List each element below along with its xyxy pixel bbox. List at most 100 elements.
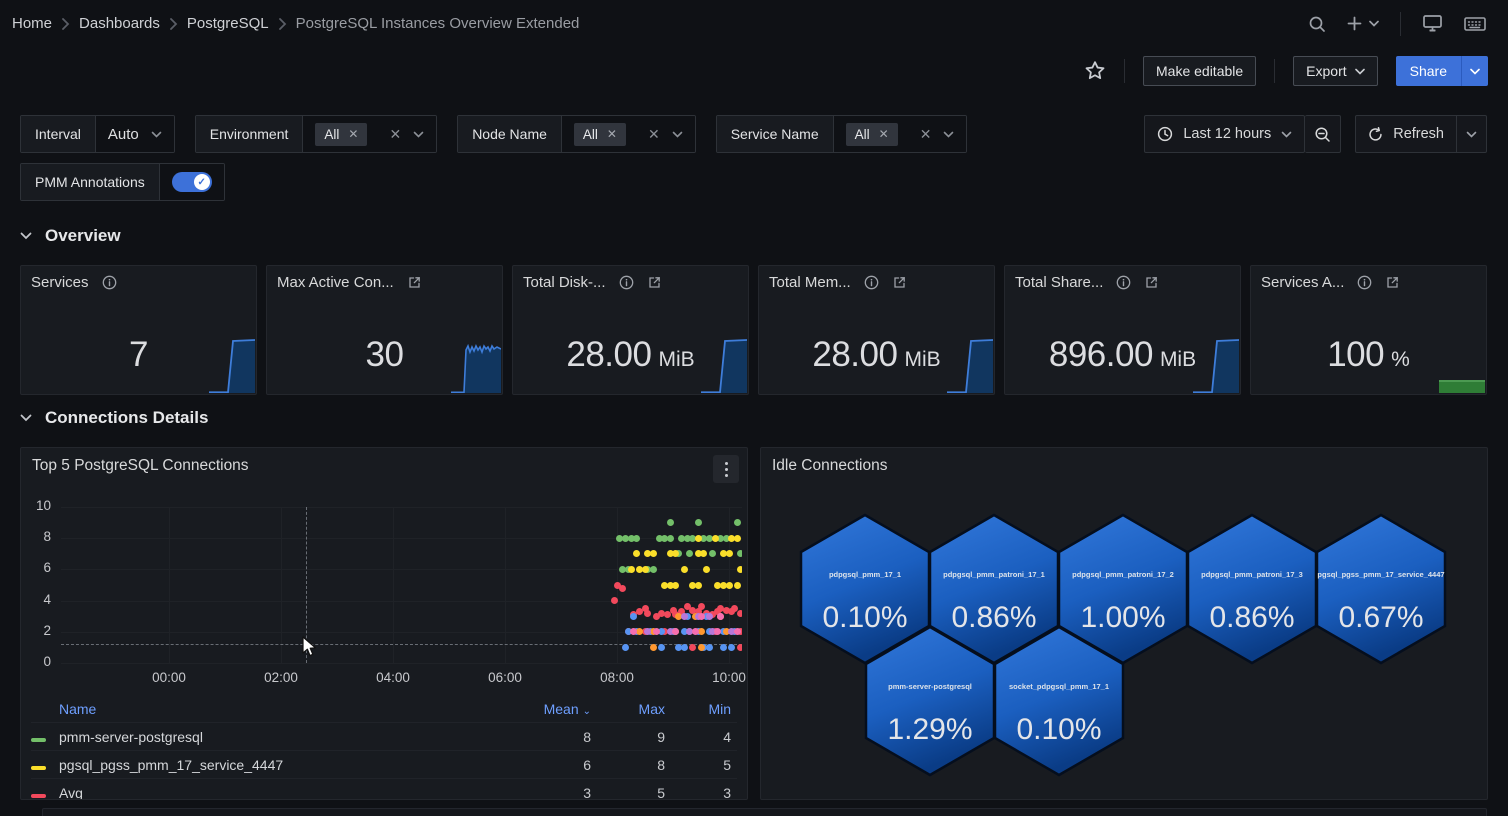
- x-axis-tick: 06:00: [475, 670, 535, 685]
- hexagon-cell[interactable]: pgsql_pgss_pmm_17_service_44470.67%: [1317, 515, 1445, 663]
- panel-menu-icon[interactable]: [713, 455, 739, 483]
- svg-text:pgsql_pgss_pmm_17_service_4447: pgsql_pgss_pmm_17_service_4447: [1317, 570, 1444, 579]
- clear-all-icon[interactable]: ✕: [389, 126, 401, 143]
- variable-select[interactable]: All✕✕: [562, 116, 695, 152]
- interval-select[interactable]: Auto: [96, 116, 174, 152]
- section-connections-details[interactable]: Connections Details: [20, 408, 208, 428]
- svg-text:socket_pdpgsql_pmm_17_1: socket_pdpgsql_pmm_17_1: [1009, 682, 1109, 691]
- variable-filters: EnvironmentAll✕✕Node NameAll✕✕Service Na…: [195, 115, 988, 153]
- zoom-out-button[interactable]: [1305, 115, 1341, 153]
- stat-panel-title[interactable]: Total Disk-...: [523, 274, 606, 291]
- stat-panel-total-mem: Total Mem...28.00MiB: [758, 265, 995, 395]
- grafana-dashboard: Home Dashboards PostgreSQL PostgreSQL In…: [0, 0, 1508, 816]
- external-link-icon[interactable]: [647, 275, 662, 290]
- scatter-plot-area[interactable]: [61, 507, 742, 664]
- variable-select[interactable]: All✕✕: [834, 116, 967, 152]
- info-icon[interactable]: [1116, 275, 1131, 290]
- panel-top5-connections: Top 5 PostgreSQL Connections 108642000:0…: [20, 447, 748, 800]
- export-button[interactable]: Export: [1293, 56, 1377, 86]
- legend-col-name[interactable]: Name: [59, 701, 513, 717]
- info-icon[interactable]: [619, 275, 634, 290]
- share-menu-button[interactable]: [1461, 56, 1488, 86]
- legend-col-mean[interactable]: Mean⌄: [513, 701, 591, 717]
- stat-panel-title[interactable]: Services: [31, 274, 89, 291]
- y-axis-tick: 10: [29, 498, 51, 513]
- remove-value-icon[interactable]: ✕: [607, 127, 617, 141]
- data-point: [628, 566, 635, 573]
- external-link-icon[interactable]: [1144, 275, 1159, 290]
- data-point: [633, 550, 640, 557]
- data-point: [737, 566, 742, 573]
- data-point: [717, 613, 724, 620]
- clear-all-icon[interactable]: ✕: [648, 126, 660, 143]
- panel-idle-connections: Idle Connections pdpgsql_pmm_17_10.10%pd…: [760, 447, 1488, 800]
- panel-title[interactable]: Top 5 PostgreSQL Connections: [32, 457, 249, 475]
- refresh-interval-button[interactable]: [1456, 116, 1486, 152]
- x-axis-tick: 02:00: [251, 670, 311, 685]
- stat-panel-title[interactable]: Max Active Con...: [277, 274, 394, 291]
- share-button[interactable]: Share: [1396, 56, 1461, 86]
- stat-panel-title[interactable]: Total Share...: [1015, 274, 1103, 291]
- breadcrumb-dashboards[interactable]: Dashboards: [79, 15, 160, 32]
- chevron-right-icon: [278, 18, 287, 30]
- interval-filter: Interval Auto: [20, 115, 175, 153]
- legend-col-min[interactable]: Min: [665, 701, 731, 717]
- chart-legend-table: NameMean⌄MaxMin pmm-server-postgresql894p…: [31, 696, 737, 800]
- info-icon[interactable]: [102, 275, 117, 290]
- sparkline: [451, 337, 501, 393]
- variable-select[interactable]: All✕✕: [303, 116, 436, 152]
- selected-value-chip[interactable]: All✕: [846, 123, 898, 146]
- info-icon[interactable]: [1357, 275, 1372, 290]
- refresh-button[interactable]: Refresh: [1355, 115, 1487, 153]
- chevron-down-icon: [1281, 131, 1292, 138]
- breadcrumb-postgresql[interactable]: PostgreSQL: [187, 15, 269, 32]
- remove-value-icon[interactable]: ✕: [348, 127, 358, 141]
- y-axis-tick: 0: [29, 654, 51, 669]
- time-range-picker[interactable]: Last 12 hours: [1144, 115, 1305, 153]
- x-axis-tick: 04:00: [363, 670, 423, 685]
- keyboard-icon[interactable]: [1464, 16, 1486, 32]
- legend-row[interactable]: pgsql_pgss_pmm_17_service_4447685: [31, 750, 737, 778]
- add-menu-button[interactable]: [1347, 16, 1379, 31]
- sort-caret-icon: ⌄: [583, 706, 591, 717]
- data-point: [698, 644, 705, 651]
- legend-row[interactable]: pmm-server-postgresql894: [31, 722, 737, 750]
- data-point: [695, 519, 702, 526]
- external-link-icon[interactable]: [892, 275, 907, 290]
- chevron-down-icon: [413, 131, 424, 138]
- pmm-annotations-toggle[interactable]: ✓: [172, 172, 212, 192]
- data-point: [611, 597, 618, 604]
- section-overview[interactable]: Overview: [20, 226, 121, 246]
- panel-title[interactable]: Idle Connections: [772, 457, 887, 475]
- selected-value-chip[interactable]: All✕: [574, 123, 626, 146]
- top-navigation: Home Dashboards PostgreSQL PostgreSQL In…: [0, 0, 1508, 47]
- external-link-icon[interactable]: [1385, 275, 1400, 290]
- sparkline: [1193, 337, 1239, 393]
- stat-panel-title[interactable]: Services A...: [1261, 274, 1344, 291]
- make-editable-button[interactable]: Make editable: [1143, 56, 1256, 86]
- legend-row[interactable]: Avg353: [31, 778, 737, 800]
- info-icon[interactable]: [864, 275, 879, 290]
- breadcrumb: Home Dashboards PostgreSQL PostgreSQL In…: [12, 15, 579, 32]
- x-axis-tick: 08:00: [587, 670, 647, 685]
- external-link-icon[interactable]: [407, 275, 422, 290]
- divider: [1124, 59, 1125, 83]
- clear-all-icon[interactable]: ✕: [920, 126, 932, 143]
- monitor-icon[interactable]: [1422, 14, 1443, 33]
- data-point: [714, 628, 721, 635]
- stat-panel-total-disk: Total Disk-...28.00MiB: [512, 265, 749, 395]
- hexagon-cell[interactable]: pdpgsql_pmm_patroni_17_30.86%: [1188, 515, 1316, 663]
- stat-panel-max-active-con: Max Active Con...30: [266, 265, 503, 395]
- chevron-down-icon: [1466, 131, 1477, 138]
- data-point: [689, 644, 696, 651]
- stat-panel-title[interactable]: Total Mem...: [769, 274, 851, 291]
- breadcrumb-home[interactable]: Home: [12, 15, 52, 32]
- remove-value-icon[interactable]: ✕: [879, 127, 889, 141]
- refresh-icon: [1368, 127, 1383, 142]
- selected-value-chip[interactable]: All✕: [315, 123, 367, 146]
- data-point: [633, 535, 640, 542]
- legend-col-max[interactable]: Max: [591, 701, 665, 717]
- search-icon[interactable]: [1308, 15, 1326, 33]
- data-point: [681, 566, 688, 573]
- star-icon[interactable]: [1084, 60, 1106, 82]
